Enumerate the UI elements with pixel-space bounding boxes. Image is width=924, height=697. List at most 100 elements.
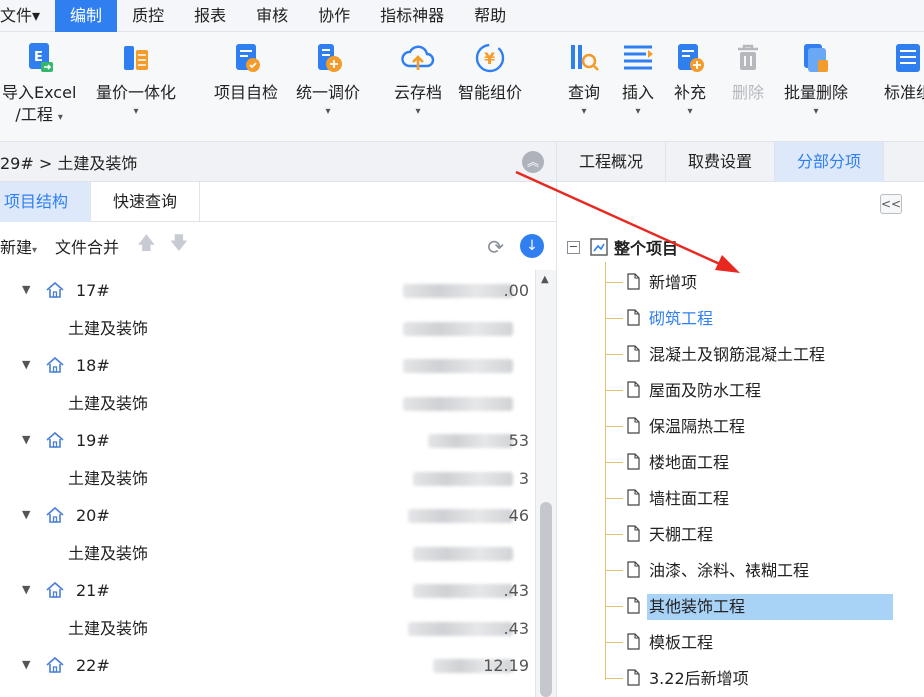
section-tree-item[interactable]: 屋面及防水工程 <box>605 372 905 408</box>
menu-file[interactable]: 文件▾ <box>0 0 55 32</box>
tree-group-row[interactable]: ▼ 18# <box>0 347 535 385</box>
insert-icon <box>624 45 653 70</box>
batch-delete-button[interactable]: 批量删除 ▾ <box>784 40 848 118</box>
price-adjust-icon <box>318 44 342 72</box>
section-tree-item-label: 墙柱面工程 <box>649 489 730 508</box>
section-tree-item[interactable]: 保温隔热工程 <box>605 408 905 444</box>
tab-fee-settings[interactable]: 取费设置 <box>666 142 776 182</box>
tree-connector <box>605 390 623 391</box>
chevron-down-icon: ▾ <box>687 106 693 117</box>
refresh-icon[interactable]: ⟳ <box>487 235 504 259</box>
menu-quality[interactable]: 质控 <box>117 0 179 32</box>
expand-triangle-icon[interactable]: ▼ <box>22 658 30 671</box>
section-tree-item-label: 油漆、涂料、裱糊工程 <box>649 561 810 580</box>
expand-triangle-icon[interactable]: ▼ <box>22 583 30 596</box>
redacted-value <box>413 546 513 561</box>
tree-root[interactable]: − 整个项目 <box>567 232 678 262</box>
scroll-up-icon[interactable]: ▲ <box>541 274 549 285</box>
tree-child-row[interactable]: 土建及装饰 <box>0 310 535 348</box>
svg-text:¥: ¥ <box>484 49 495 68</box>
delete-button[interactable]: 删除 <box>730 40 766 104</box>
section-tree-item[interactable]: 模板工程 <box>605 624 905 660</box>
tree-group-row[interactable]: ▼ 19# 53 <box>0 422 535 460</box>
tree-group-row[interactable]: ▼ 20# 46 <box>0 497 535 535</box>
menu-edit[interactable]: 编制 <box>55 0 118 32</box>
menu-indicator[interactable]: 指标神器 <box>365 0 459 32</box>
tree-connector <box>605 606 623 607</box>
tab-project-structure[interactable]: 项目结构 <box>0 182 92 222</box>
move-down-icon[interactable]: 🡇 <box>170 231 189 261</box>
collapse-minus-icon[interactable]: − <box>567 240 580 254</box>
menu-collab[interactable]: 协作 <box>303 0 365 32</box>
section-tree-item[interactable]: 墙柱面工程 <box>605 480 905 516</box>
tab-project-overview[interactable]: 工程概况 <box>557 142 667 182</box>
smart-pricing-button[interactable]: ¥ 智能组价 <box>458 40 522 104</box>
tree-row-label: 土建及装饰 <box>68 468 149 488</box>
tree-row-label: 18# <box>76 356 110 375</box>
tree-row-label: 土建及装饰 <box>68 393 149 413</box>
section-tree-item[interactable]: 其他装饰工程 <box>605 588 905 624</box>
expand-triangle-icon[interactable]: ▼ <box>22 508 30 521</box>
collapse-left-button[interactable]: << <box>880 194 902 214</box>
tree-row-value: 53 <box>508 431 529 450</box>
document-icon <box>627 561 640 578</box>
tree-group-row[interactable]: ▼ 21# .43 <box>0 572 535 610</box>
expand-triangle-icon[interactable]: ▼ <box>22 283 30 296</box>
tree-child-row[interactable]: 土建及装饰 .43 <box>0 610 535 648</box>
tree-group-row[interactable]: ▼ 17# .00 <box>0 272 535 310</box>
chevron-down-icon: ▾ <box>133 106 139 117</box>
tree-group-row[interactable]: ▼ 22# 12.19 <box>0 647 535 685</box>
section-tree-item-label: 天棚工程 <box>649 525 714 544</box>
import-excel-button[interactable]: E 导入Excel /工程 ▾ <box>2 40 76 129</box>
new-button[interactable]: 新建▾ <box>0 234 37 258</box>
menu-review[interactable]: 审核 <box>241 0 303 32</box>
tab-sub-items[interactable]: 分部分项 <box>775 142 885 182</box>
price-integration-icon <box>124 46 148 70</box>
tree-child-row[interactable]: 土建及装饰 <box>0 385 535 423</box>
section-tree-item-label: 砌筑工程 <box>649 309 714 328</box>
building-icon <box>45 655 65 675</box>
supplement-button[interactable]: 补充 ▾ <box>672 40 708 118</box>
chevron-down-icon: ▾ <box>57 112 63 123</box>
price-integration-button[interactable]: 量价一体化 ▾ <box>96 40 176 118</box>
building-icon <box>45 580 65 600</box>
redacted-value <box>403 396 513 411</box>
section-tree-item[interactable]: 3.22后新增项 <box>605 660 905 696</box>
expand-triangle-icon[interactable]: ▼ <box>22 358 30 371</box>
section-tree-item[interactable]: 油漆、涂料、裱糊工程 <box>605 552 905 588</box>
tree-child-row[interactable]: 土建及装饰 3 <box>0 460 535 498</box>
tree-connector <box>605 354 623 355</box>
document-icon <box>627 345 640 362</box>
document-icon <box>627 381 640 398</box>
document-icon <box>627 417 640 434</box>
scrollbar-thumb[interactable] <box>540 502 552 697</box>
section-tree-item[interactable]: 楼地面工程 <box>605 444 905 480</box>
cloud-archive-button[interactable]: 云存档 ▾ <box>394 40 442 118</box>
download-icon[interactable]: ↓ <box>520 234 544 258</box>
query-button[interactable]: 查询 ▾ <box>566 40 602 118</box>
chevron-down-icon: ▾ <box>325 106 331 117</box>
document-icon <box>627 597 640 614</box>
menu-report[interactable]: 报表 <box>179 0 241 32</box>
price-adjust-button[interactable]: 统一调价 ▾ <box>296 40 360 118</box>
file-merge-button[interactable]: 文件合并 <box>55 234 119 258</box>
menu-help[interactable]: 帮助 <box>459 0 521 32</box>
section-tree-item[interactable]: 砌筑工程 <box>605 300 905 336</box>
tree-child-row[interactable]: 土建及装饰 <box>0 535 535 573</box>
building-icon <box>45 280 65 300</box>
move-up-icon[interactable]: 🡅 <box>137 231 156 261</box>
left-scrollbar[interactable]: ▲ <box>535 270 556 697</box>
expand-triangle-icon[interactable]: ▼ <box>22 433 30 446</box>
tree-row-label: 17# <box>76 281 110 300</box>
tree-connector <box>605 426 623 427</box>
section-tree-item[interactable]: 新增项 <box>605 264 905 300</box>
self-check-button[interactable]: 项目自检 <box>214 40 278 104</box>
tab-quick-query[interactable]: 快速查询 <box>91 182 201 222</box>
section-tree-item[interactable]: 混凝土及钢筋混凝土工程 <box>605 336 905 372</box>
insert-button[interactable]: 插入 ▾ <box>620 40 656 118</box>
standard-group-button[interactable]: 标准组 <box>884 40 924 104</box>
redacted-value <box>408 509 513 523</box>
collapse-up-icon[interactable]: ︽ <box>522 151 544 173</box>
right-tab-bar: 工程概况 取费设置 分部分项 <box>556 142 924 182</box>
section-tree-item[interactable]: 天棚工程 <box>605 516 905 552</box>
